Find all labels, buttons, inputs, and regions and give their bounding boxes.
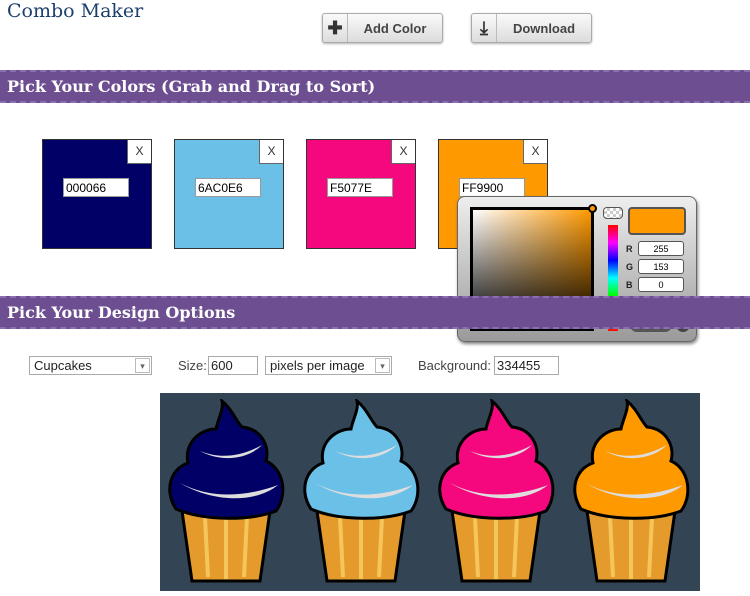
hex-input[interactable] xyxy=(63,178,129,197)
remove-color-button[interactable]: X xyxy=(523,140,547,164)
hex-input[interactable] xyxy=(459,178,525,197)
download-icon: ⤓ xyxy=(472,14,497,42)
download-button[interactable]: ⤓ Download xyxy=(471,13,592,43)
add-color-button[interactable]: ✚ Add Color xyxy=(322,13,443,43)
unit-select[interactable]: pixels per image ▾ xyxy=(265,356,392,375)
r-input[interactable] xyxy=(638,241,684,256)
background-label: Background: xyxy=(418,358,491,373)
cupcake xyxy=(303,399,420,583)
picker-handle[interactable] xyxy=(588,204,597,213)
size-label: Size: xyxy=(178,358,207,373)
remove-color-button[interactable]: X xyxy=(127,140,151,164)
transparent-icon[interactable] xyxy=(603,207,623,219)
chevron-down-icon: ▾ xyxy=(375,358,390,373)
remove-color-button[interactable]: X xyxy=(391,140,415,164)
section-header-design: Pick Your Design Options xyxy=(0,296,750,329)
color-swatch[interactable]: X xyxy=(306,139,416,249)
chevron-down-icon: ▾ xyxy=(135,358,150,373)
preview-canvas xyxy=(160,393,700,591)
design-value: Cupcakes xyxy=(34,358,92,373)
hex-input[interactable] xyxy=(195,178,261,197)
background-input[interactable]: 334455 xyxy=(494,356,559,375)
remove-color-button[interactable]: X xyxy=(259,140,283,164)
design-select[interactable]: Cupcakes ▾ xyxy=(29,356,152,375)
g-input[interactable] xyxy=(638,259,684,274)
app-title: Combo Maker xyxy=(7,0,144,22)
cupcake xyxy=(438,399,555,583)
color-swatch[interactable]: X xyxy=(174,139,284,249)
g-label: G xyxy=(626,262,634,272)
b-input[interactable] xyxy=(638,277,684,292)
r-label: R xyxy=(626,244,633,254)
section-header-colors: Pick Your Colors (Grab and Drag to Sort) xyxy=(0,70,750,103)
b-label: B xyxy=(626,280,633,290)
cupcake xyxy=(168,399,285,583)
color-swatch[interactable]: X xyxy=(42,139,152,249)
plus-icon: ✚ xyxy=(323,14,348,42)
color-preview xyxy=(628,207,686,235)
size-input[interactable]: 600 xyxy=(208,356,258,375)
unit-value: pixels per image xyxy=(270,358,365,373)
cupcake xyxy=(573,399,690,583)
hex-input[interactable] xyxy=(327,178,393,197)
